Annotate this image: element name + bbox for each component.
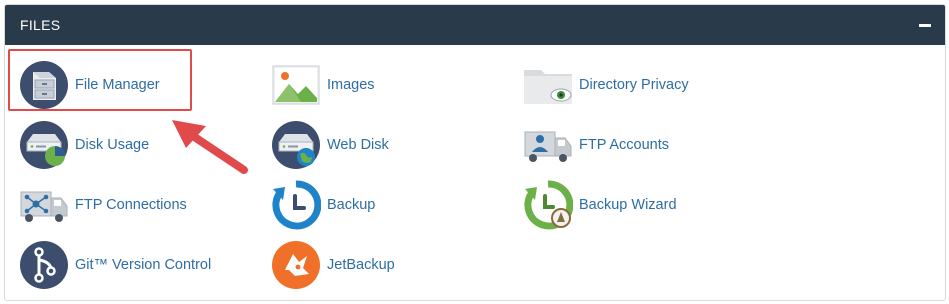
- pointer-arrow-icon: [172, 120, 248, 174]
- item-label: Backup: [327, 197, 376, 213]
- backup-icon: [272, 180, 321, 230]
- panel-header: FILES: [5, 5, 945, 45]
- ftp-connections-link[interactable]: FTP Connections: [19, 179, 187, 231]
- web-disk-link[interactable]: Web Disk: [271, 119, 389, 171]
- item-label: JetBackup: [327, 257, 395, 273]
- jetbackup-icon: [272, 241, 320, 289]
- file-manager-highlight-box: [8, 49, 192, 111]
- collapse-button[interactable]: [915, 15, 935, 35]
- item-label: Directory Privacy: [579, 77, 689, 93]
- ftp-connections-icon: [20, 191, 68, 222]
- item-label: FTP Accounts: [579, 137, 669, 153]
- web-disk-icon: [272, 121, 320, 169]
- git-icon: [20, 241, 68, 289]
- directory-privacy-link[interactable]: Directory Privacy: [523, 59, 689, 111]
- git-version-control-link[interactable]: Git™ Version Control: [19, 239, 211, 291]
- folder-eye-icon: [524, 70, 572, 104]
- item-label: FTP Connections: [75, 197, 187, 213]
- item-label: Git™ Version Control: [75, 257, 212, 273]
- image-landscape-icon: [272, 65, 320, 105]
- backup-wizard-icon: [524, 180, 573, 230]
- backup-wizard-link[interactable]: Backup Wizard: [523, 179, 677, 231]
- backup-link[interactable]: Backup: [271, 179, 375, 231]
- item-label: Backup Wizard: [579, 197, 677, 213]
- ftp-accounts-link[interactable]: FTP Accounts: [523, 119, 669, 171]
- item-label: Images: [327, 77, 375, 93]
- disk-usage-icon: [20, 121, 68, 169]
- images-link[interactable]: Images: [271, 59, 375, 111]
- jetbackup-link[interactable]: JetBackup: [271, 239, 395, 291]
- disk-usage-link[interactable]: Disk Usage: [19, 119, 149, 171]
- panel-title: FILES: [20, 17, 61, 33]
- item-label: Disk Usage: [75, 137, 150, 153]
- ftp-accounts-icon: [524, 131, 572, 162]
- item-label: Web Disk: [327, 137, 389, 153]
